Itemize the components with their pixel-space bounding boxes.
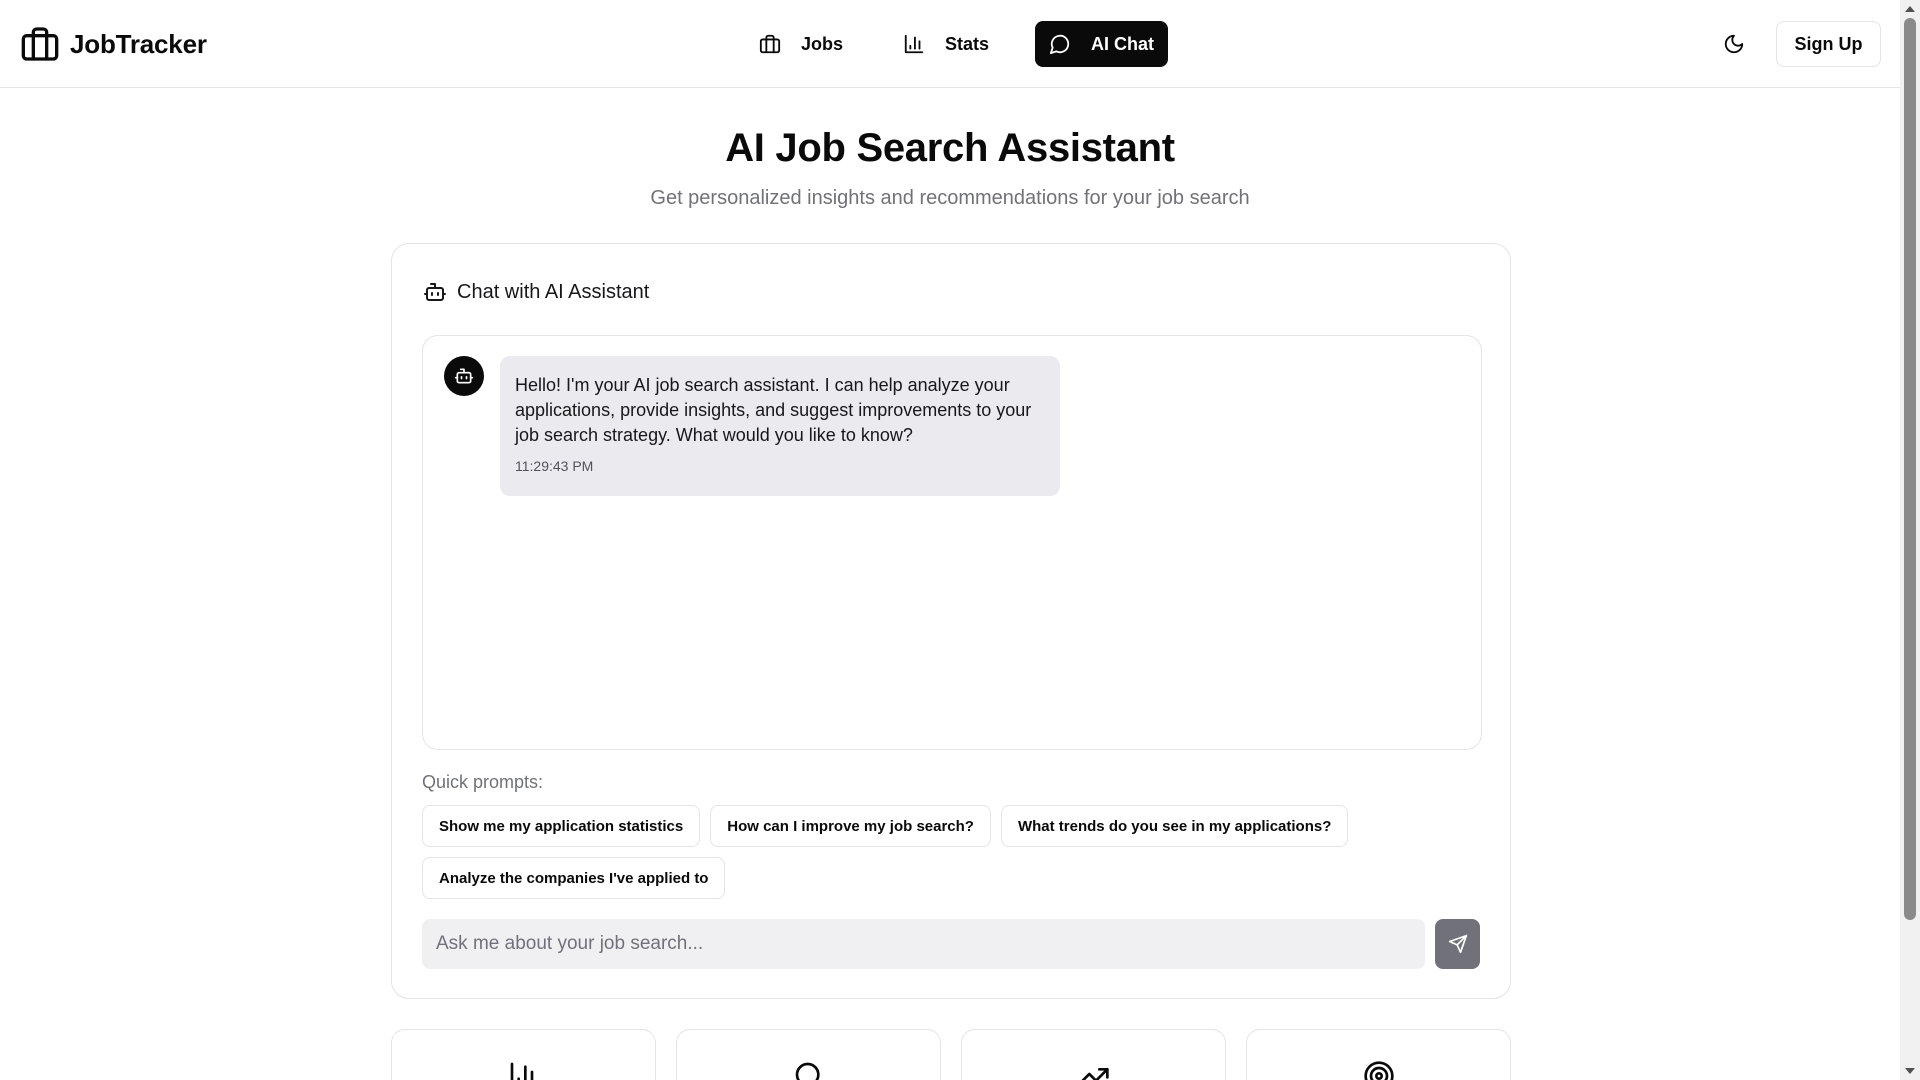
message-text: Hello! I'm your AI job search assistant.… (515, 375, 1032, 445)
quick-prompts-row: Analyze the companies I've applied to (422, 857, 726, 899)
quick-prompt-chip[interactable]: What trends do you see in my application… (1000, 805, 1349, 847)
nav-item-stats[interactable]: Stats (889, 21, 1003, 67)
bot-icon (424, 283, 446, 301)
vertical-scrollbar[interactable] (1900, 0, 1920, 1080)
chat-input[interactable] (422, 919, 1425, 969)
feature-card-target[interactable] (1246, 1029, 1511, 1080)
quick-prompts-row: Show me my application statistics How ca… (422, 805, 1349, 847)
quick-prompts-label: Quick prompts: (422, 772, 544, 792)
page-title: AI Job Search Assistant (725, 126, 1175, 170)
sign-up-button[interactable]: Sign Up (1776, 21, 1881, 67)
brand-logo[interactable]: JobTracker (20, 24, 207, 64)
chat-card: Chat with AI Assistant Hello! I'm your A… (391, 243, 1511, 999)
quick-prompt-chip[interactable]: Show me my application statistics (422, 805, 701, 847)
bar-chart-icon (904, 34, 924, 54)
nav-item-label: AI Chat (1091, 33, 1155, 54)
bot-icon (454, 368, 474, 384)
chat-input-row (422, 919, 1482, 969)
feature-card-search[interactable] (676, 1029, 941, 1080)
scrollbar-thumb[interactable] (1904, 18, 1916, 920)
feature-card-stats[interactable] (391, 1029, 656, 1080)
main-nav: Jobs Stats AI Chat (745, 21, 1169, 67)
message-list[interactable]: Hello! I'm your AI job search assistant.… (422, 335, 1482, 750)
chat-card-header: Chat with AI Assistant (423, 280, 649, 304)
quick-prompt-chip[interactable]: How can I improve my job search? (710, 805, 991, 847)
send-icon (1448, 934, 1467, 954)
nav-item-jobs[interactable]: Jobs (745, 21, 857, 67)
moon-icon (1724, 34, 1744, 54)
nav-item-label: Stats (945, 33, 990, 54)
top-navigation-bar: JobTracker Jobs Stats AI Chat Sign Up (0, 0, 1900, 88)
nav-item-ai-chat[interactable]: AI Chat (1035, 21, 1169, 67)
search-icon (795, 1062, 820, 1080)
quick-prompt-chip[interactable]: Analyze the companies I've applied to (422, 857, 726, 899)
app-window: JobTracker Jobs Stats AI Chat Sign Up AI… (0, 0, 1920, 1080)
trending-up-icon (1081, 1068, 1109, 1080)
page-subtitle: Get personalized insights and recommenda… (650, 187, 1250, 209)
chat-card-title: Chat with AI Assistant (457, 280, 650, 303)
assistant-message-bubble: Hello! I'm your AI job search assistant.… (500, 356, 1060, 496)
scroll-down-arrow-icon[interactable] (1905, 1068, 1915, 1074)
briefcase-icon (759, 34, 781, 54)
bar-chart-icon (510, 1062, 534, 1080)
brand-name: JobTracker (70, 28, 207, 59)
send-button[interactable] (1435, 919, 1480, 969)
feature-card-trends[interactable] (961, 1029, 1226, 1080)
scroll-up-arrow-icon[interactable] (1905, 6, 1915, 12)
nav-item-label: Jobs (801, 33, 844, 54)
target-icon (1364, 1061, 1394, 1080)
message-circle-icon (1049, 34, 1070, 55)
avatar (444, 356, 484, 396)
briefcase-icon (21, 27, 59, 61)
message-timestamp: 11:29:43 PM (515, 458, 594, 474)
theme-toggle-button[interactable] (1718, 28, 1750, 60)
